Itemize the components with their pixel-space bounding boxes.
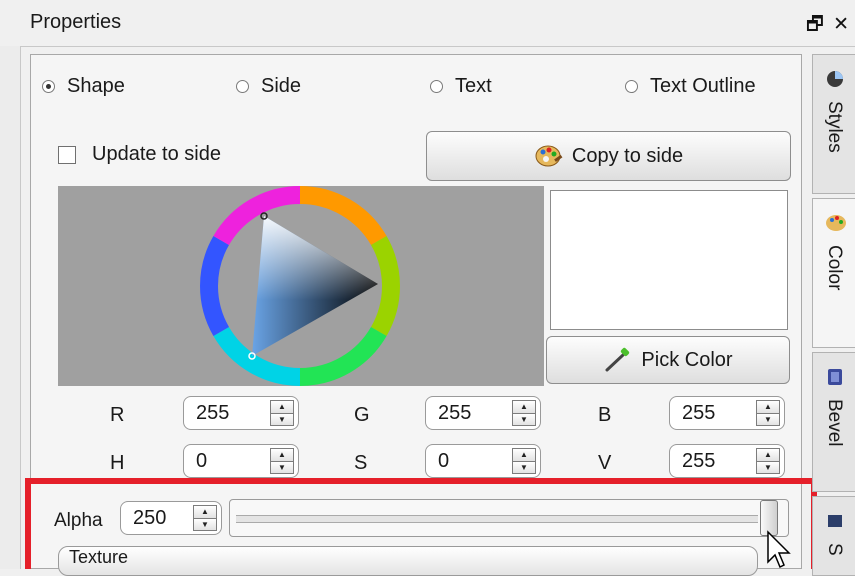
spin-up-icon[interactable]: ▲ — [512, 448, 536, 462]
radio-dot[interactable] — [625, 79, 638, 93]
s-label: S — [354, 452, 368, 474]
tab-styles[interactable]: Styles — [812, 54, 855, 194]
texture-button[interactable]: Texture — [58, 546, 758, 576]
g-label: G — [354, 404, 370, 426]
radio-label: Text Outline — [650, 74, 756, 97]
slider-groove[interactable] — [236, 515, 758, 523]
left-dock-strip — [0, 46, 21, 569]
r-spin-arrows[interactable]: ▲ ▼ — [270, 400, 294, 426]
title-controls: 🗗 ✕ — [802, 10, 849, 42]
s-value[interactable]: 0 — [426, 450, 512, 473]
alpha-label: Alpha — [54, 510, 103, 531]
styles-icon — [825, 69, 845, 95]
radio-shape[interactable]: Shape — [42, 74, 125, 98]
copy-to-side-button[interactable]: Copy to side — [426, 131, 791, 181]
tab-color[interactable]: Color — [812, 198, 855, 348]
spin-down-icon[interactable]: ▼ — [756, 413, 780, 426]
radio-label: Text — [455, 74, 492, 97]
color-wheel[interactable] — [58, 186, 544, 386]
h-spin-arrows[interactable]: ▲ ▼ — [270, 448, 294, 474]
color-wheel-area[interactable] — [58, 186, 544, 386]
alpha-slider[interactable] — [229, 499, 789, 537]
tab-shadow[interactable]: S — [812, 496, 855, 576]
tab-label: Bevel — [824, 399, 845, 447]
checkbox-label: Update to side — [92, 143, 221, 165]
pick-color-label: Pick Color — [641, 348, 733, 371]
radio-label: Side — [261, 74, 302, 97]
eyedropper-icon — [603, 347, 633, 373]
g-value[interactable]: 255 — [426, 402, 512, 425]
v-spin-arrows[interactable]: ▲ ▼ — [756, 448, 780, 474]
panel-title-bar: Properties 🗗 ✕ — [0, 0, 855, 47]
spin-up-icon[interactable]: ▲ — [756, 448, 780, 462]
tab-bevel[interactable]: Bevel — [812, 352, 855, 492]
spin-down-icon[interactable]: ▼ — [756, 461, 780, 474]
v-spinbox[interactable]: 255 ▲ ▼ — [669, 444, 785, 478]
spin-up-icon[interactable]: ▲ — [270, 400, 294, 414]
radio-dot[interactable] — [236, 79, 249, 93]
b-spinbox[interactable]: 255 ▲ ▼ — [669, 396, 785, 430]
spin-up-icon[interactable]: ▲ — [512, 400, 536, 414]
radio-dot[interactable] — [430, 79, 443, 93]
g-spin-arrows[interactable]: ▲ ▼ — [512, 400, 536, 426]
radio-label: Shape — [67, 74, 125, 97]
radio-dot[interactable] — [42, 79, 55, 93]
bevel-icon — [825, 367, 845, 393]
alpha-spinbox[interactable]: 250 ▲ ▼ — [120, 501, 222, 535]
alpha-spin-arrows[interactable]: ▲ ▼ — [193, 505, 217, 531]
spin-down-icon[interactable]: ▼ — [193, 518, 217, 531]
s-spin-arrows[interactable]: ▲ ▼ — [512, 448, 536, 474]
spin-up-icon[interactable]: ▲ — [193, 505, 217, 519]
update-to-side-checkbox[interactable]: Update to side — [58, 143, 221, 166]
panel-title: Properties — [30, 11, 122, 33]
radio-side[interactable]: Side — [236, 74, 301, 98]
g-spinbox[interactable]: 255 ▲ ▼ — [425, 396, 541, 430]
h-label: H — [110, 452, 125, 474]
tab-label: Styles — [824, 101, 845, 153]
s-spinbox[interactable]: 0 ▲ ▼ — [425, 444, 541, 478]
h-value[interactable]: 0 — [184, 450, 270, 473]
tab-label: Color — [824, 245, 845, 291]
v-value[interactable]: 255 — [670, 450, 756, 473]
alpha-value[interactable]: 250 — [121, 507, 193, 530]
texture-label: Texture — [69, 547, 129, 567]
r-value[interactable]: 255 — [184, 402, 270, 425]
spin-down-icon[interactable]: ▼ — [270, 461, 294, 474]
tab-label: S — [824, 543, 845, 556]
mouse-cursor-icon — [767, 530, 791, 569]
spin-down-icon[interactable]: ▼ — [512, 413, 536, 426]
radio-text-outline[interactable]: Text Outline — [625, 74, 756, 98]
checkbox-box[interactable] — [58, 145, 76, 164]
shadow-icon — [825, 511, 845, 537]
restore-icon[interactable]: 🗗 — [806, 10, 824, 42]
r-spinbox[interactable]: 255 ▲ ▼ — [183, 396, 299, 430]
color-preview-swatch — [550, 190, 788, 330]
h-spinbox[interactable]: 0 ▲ ▼ — [183, 444, 299, 478]
palette-icon — [825, 213, 847, 239]
side-tab-strip: Styles Color Bevel S — [812, 54, 855, 576]
close-icon[interactable]: ✕ — [833, 13, 849, 36]
palette-icon — [534, 143, 564, 169]
r-label: R — [110, 404, 125, 426]
b-value[interactable]: 255 — [670, 402, 756, 425]
b-label: B — [598, 404, 612, 426]
radio-text[interactable]: Text — [430, 74, 492, 98]
spin-up-icon[interactable]: ▲ — [756, 400, 780, 414]
spin-up-icon[interactable]: ▲ — [270, 448, 294, 462]
b-spin-arrows[interactable]: ▲ ▼ — [756, 400, 780, 426]
pick-color-button[interactable]: Pick Color — [546, 336, 790, 384]
v-label: V — [598, 452, 612, 474]
spin-down-icon[interactable]: ▼ — [270, 413, 294, 426]
spin-down-icon[interactable]: ▼ — [512, 461, 536, 474]
copy-to-side-label: Copy to side — [571, 144, 684, 167]
